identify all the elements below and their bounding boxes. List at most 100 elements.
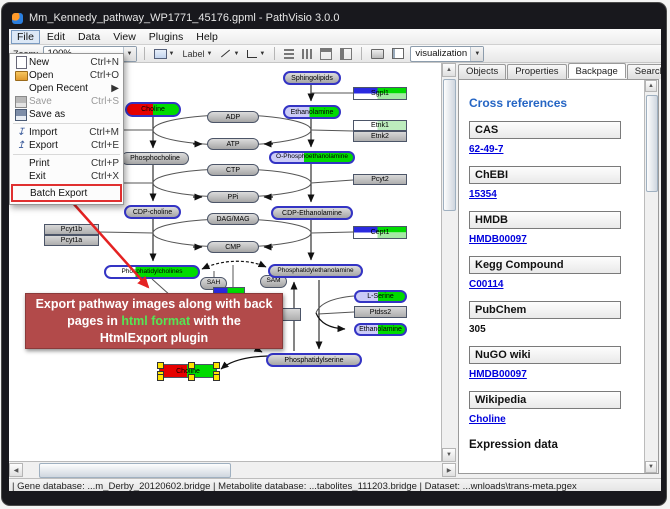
selection-handle[interactable] <box>213 362 220 369</box>
tab-search[interactable]: Search <box>627 64 661 79</box>
scroll-down-icon[interactable]: ▼ <box>442 448 456 462</box>
align-center-x-button[interactable] <box>282 46 296 61</box>
menu-help[interactable]: Help <box>190 30 224 44</box>
backpage-section-title: PubChem <box>469 301 621 319</box>
node-o-phosphoethanolamine[interactable]: O-Phosphoethanolamine <box>269 151 355 164</box>
node-l-serine[interactable]: L-Serine <box>354 290 407 303</box>
node-choline-selected[interactable]: Choline <box>159 364 217 378</box>
canvas-horizontal-scrollbar[interactable]: ◀ ▶ <box>9 461 456 478</box>
file-menu-item-export[interactable]: ↥ExportCtrl+E <box>10 139 123 152</box>
node-sphingolipids[interactable]: Sphingolipids <box>283 71 341 85</box>
node-label: DAG/MAG <box>216 216 249 223</box>
connector-icon <box>247 50 257 58</box>
node-adp[interactable]: ADP <box>207 111 259 123</box>
selection-handle[interactable] <box>188 374 195 381</box>
file-menu-item-open[interactable]: OpenCtrl+O <box>10 69 123 82</box>
stack-vertical-button[interactable] <box>369 46 386 61</box>
node-cmp[interactable]: CMP <box>207 241 259 253</box>
node-phosphatidylcholines[interactable]: Phosphatidylcholines <box>104 265 200 279</box>
connector-tool-button[interactable]: ▼ <box>245 46 267 61</box>
scroll-up-icon[interactable]: ▲ <box>645 80 657 92</box>
file-menu-item-save[interactable]: SaveCtrl+S <box>10 95 123 108</box>
set-common-width-button[interactable] <box>318 46 334 61</box>
scroll-right-icon[interactable]: ▶ <box>442 463 456 477</box>
file-menu-item-exit[interactable]: ExitCtrl+X <box>10 170 123 183</box>
node-phosphocholine[interactable]: Phosphocholine <box>121 152 189 165</box>
selection-handle[interactable] <box>157 362 164 369</box>
node-ethanolamine-top[interactable]: Ethanolamine <box>283 105 341 119</box>
node-label: Ethanolamine <box>359 326 402 333</box>
backpage-section-title: HMDB <box>469 211 621 229</box>
stack-horizontal-button[interactable] <box>390 46 406 61</box>
node-ethanolamine-2[interactable]: Ethanolamine <box>354 323 407 336</box>
selection-handle[interactable] <box>157 374 164 381</box>
annotation-line-1: Export pathway images along with back <box>26 296 282 313</box>
set-common-height-button[interactable] <box>338 46 354 61</box>
new-file-icon <box>13 56 29 69</box>
node-cdp-choline[interactable]: CDP-choline <box>124 205 181 219</box>
file-menu-item-new[interactable]: NewCtrl+N <box>10 56 123 69</box>
tab-objects[interactable]: Objects <box>458 64 506 79</box>
panel-scroll-thumb[interactable] <box>646 95 658 192</box>
node-pcyt1b[interactable]: Pcyt1b <box>44 224 99 235</box>
menu-edit[interactable]: Edit <box>41 30 71 44</box>
file-menu-item-open-recent[interactable]: Open Recent▶ <box>10 82 123 95</box>
node-ptdss2[interactable]: Ptdss2 <box>354 306 407 318</box>
node-phosphatidylserine[interactable]: Phosphatidylserine <box>266 353 362 367</box>
backpage-link[interactable]: 62-49-7 <box>469 144 629 155</box>
line-tool-button[interactable]: ▼ <box>218 46 241 61</box>
line-icon <box>221 50 230 58</box>
vertical-scroll-thumb[interactable] <box>443 79 456 211</box>
node-cept1[interactable]: Cept1 <box>353 226 407 239</box>
menu-data[interactable]: Data <box>72 30 106 44</box>
file-menu: NewCtrl+NOpenCtrl+OOpen Recent▶SaveCtrl+… <box>9 53 124 205</box>
node-label: Etnk1 <box>371 122 389 129</box>
visualization-dropdown[interactable]: visualization ▼ <box>410 46 484 62</box>
panel-scrollbar[interactable]: ▲ ▼ <box>644 80 658 473</box>
scroll-left-icon[interactable]: ◀ <box>9 463 23 477</box>
app-body: FileEditDataViewPluginsHelp Zoom: 100% ▼… <box>9 29 661 491</box>
horizontal-scroll-thumb[interactable] <box>39 463 231 478</box>
datanode-tool-button[interactable]: ▼ <box>152 46 177 61</box>
backpage-link[interactable]: 15354 <box>469 189 629 200</box>
menu-file[interactable]: File <box>11 30 40 44</box>
toolbar-separator <box>274 47 275 60</box>
node-ctp[interactable]: CTP <box>207 164 259 176</box>
file-menu-item-save-as[interactable]: Save as <box>10 108 123 121</box>
node-etnk2[interactable]: Etnk2 <box>353 131 407 142</box>
selection-handle[interactable] <box>213 374 220 381</box>
node-label: SAH <box>207 280 220 287</box>
node-etnk1[interactable]: Etnk1 <box>353 120 407 131</box>
node-ptdss1-partial[interactable] <box>281 308 301 321</box>
title-bar[interactable]: Mm_Kennedy_pathway_WP1771_45176.gpml - P… <box>12 8 656 28</box>
panel-tabs: ObjectsPropertiesBackpageSearchLegend <box>458 64 661 79</box>
tab-backpage[interactable]: Backpage <box>568 63 626 78</box>
node-pcyt1a[interactable]: Pcyt1a <box>44 235 99 246</box>
menu-plugins[interactable]: Plugins <box>143 30 189 44</box>
backpage-link[interactable]: C00114 <box>469 279 629 290</box>
scroll-down-icon[interactable]: ▼ <box>645 461 657 473</box>
node-ppi[interactable]: PPi <box>207 191 259 203</box>
file-menu-item-print[interactable]: PrintCtrl+P <box>10 157 123 170</box>
node-choline-top[interactable]: Choline <box>125 102 181 117</box>
align-center-y-button[interactable] <box>300 46 314 61</box>
file-menu-item-batch-export[interactable]: Batch Export <box>11 184 122 202</box>
selection-handle[interactable] <box>188 362 195 369</box>
backpage-link[interactable]: Choline <box>469 414 629 425</box>
label-tool-button[interactable]: Label▼ <box>180 46 214 61</box>
file-menu-item-import[interactable]: ↧ImportCtrl+M <box>10 126 123 139</box>
backpage-link[interactable]: HMDB00097 <box>469 369 629 380</box>
node-phosphatidylethanolamine[interactable]: Phosphatidylethanolamine <box>268 264 363 278</box>
node-atp[interactable]: ATP <box>207 138 259 150</box>
node-sgpl1[interactable]: Sgpl1 <box>353 87 407 100</box>
node-dag-mag[interactable]: DAG/MAG <box>207 213 259 225</box>
menu-view[interactable]: View <box>107 30 142 44</box>
canvas-vertical-scrollbar[interactable]: ▲ ▼ <box>441 63 456 462</box>
status-bar: | Gene database: ...m_Derby_20120602.bri… <box>9 478 661 491</box>
tab-properties[interactable]: Properties <box>507 64 566 79</box>
backpage-link[interactable]: HMDB00097 <box>469 234 629 245</box>
node-cdp-ethanolamine[interactable]: CDP-Ethanolamine <box>271 206 353 220</box>
align-center-x-icon <box>284 49 294 59</box>
scroll-up-icon[interactable]: ▲ <box>442 63 456 77</box>
node-pcyt2[interactable]: Pcyt2 <box>353 174 407 185</box>
